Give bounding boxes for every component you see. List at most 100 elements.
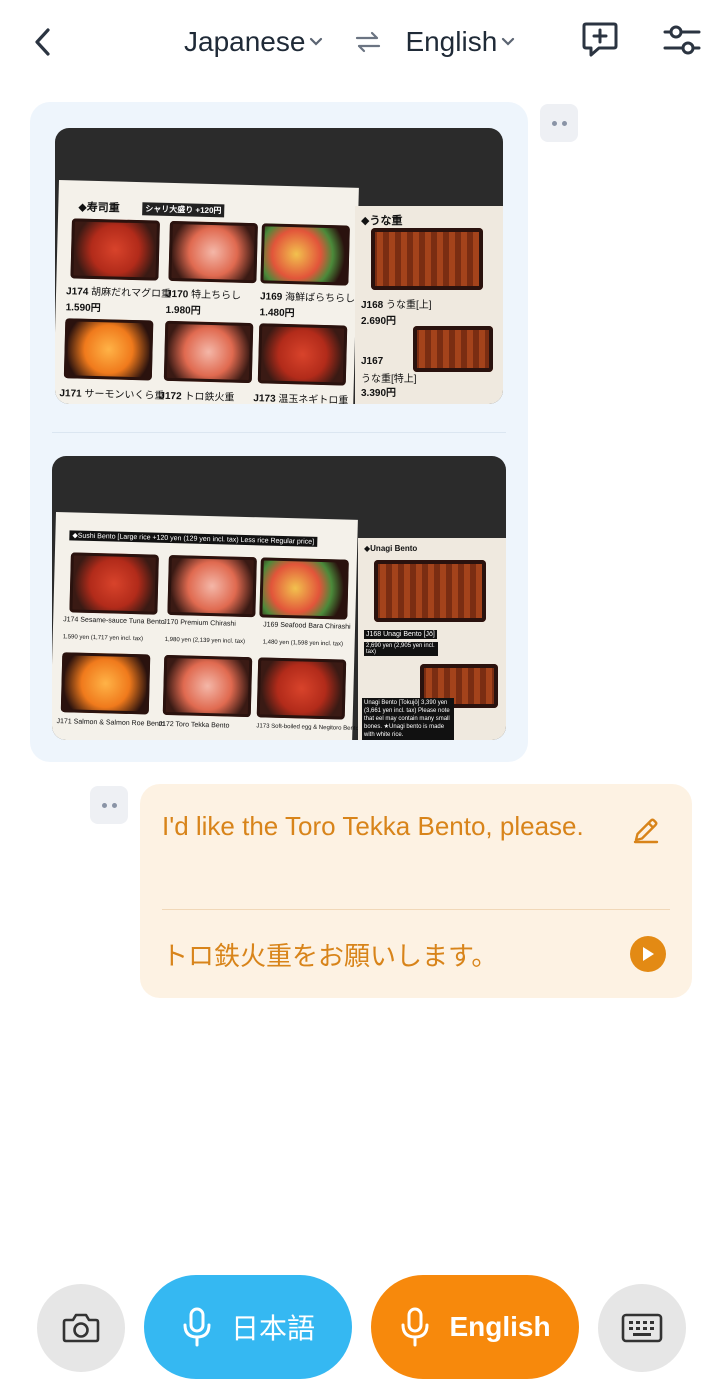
- edit-message-button[interactable]: [630, 814, 662, 846]
- menu-section-note: シャリ大盛り +120円: [142, 202, 225, 218]
- message-more-button[interactable]: [90, 786, 128, 824]
- menu-paper-left: ◆寿司重 シャリ大盛り +120円 J174 胡麻だれマグロ重 J170 特上ち…: [55, 180, 359, 404]
- menu-paper-right: ◆Unagi Bento J168 Unagi Bento [Jō] 2,690…: [358, 538, 506, 740]
- dot: [101, 802, 107, 808]
- menu-section-title: ◆Sushi Bento [Large rice +120 yen (129 y…: [69, 530, 318, 547]
- target-language-selector[interactable]: English: [405, 26, 515, 58]
- menu-item-name: J173 温玉ネギトロ重: [253, 389, 348, 404]
- menu-item-price: 1,980 yen (2,139 yen incl. tax): [164, 636, 246, 645]
- menu-item-name: J168 Unagi Bento [Jō]: [364, 630, 437, 639]
- menu-item-code: J171: [59, 388, 82, 400]
- menu-item-name: J171 Salmon & Salmon Roe Bento: [56, 718, 165, 728]
- menu-item-text: うな重[特上]: [361, 374, 417, 385]
- menu-item-code: J174: [65, 286, 89, 298]
- japanese-mic-label: 日本語: [230, 1313, 315, 1344]
- food-photo: [63, 318, 154, 381]
- menu-item-name: J174 胡麻だれマグロ重: [66, 282, 171, 300]
- food-photo: [413, 326, 493, 372]
- food-photo: [70, 218, 160, 281]
- menu-item-name: J172 トロ鉄火重: [159, 387, 234, 404]
- menu-item-price: 1,590 yen (1,717 yen incl. tax): [62, 634, 144, 643]
- menu-item-price: 1.480円: [259, 307, 295, 320]
- food-photo: [60, 652, 151, 715]
- target-language-label: English: [405, 26, 498, 57]
- menu-item-name: J168 うな重[上]: [361, 296, 432, 311]
- original-menu-photo[interactable]: ◆寿司重 シャリ大盛り +120円 J174 胡麻だれマグロ重 J170 特上ち…: [55, 128, 503, 404]
- menu-item-code: J168: [361, 300, 384, 311]
- chevron-down-icon: [309, 37, 323, 47]
- translated-message-text: トロ鉄火重をお願いします。: [162, 941, 498, 971]
- pencil-icon: [633, 818, 659, 844]
- menu-item-name: Unagi Bento [Tokujō] 3,390 yen (3,661 ye…: [362, 698, 454, 740]
- menu-item-text: 温玉ネギトロ重: [278, 393, 349, 404]
- camera-icon: [62, 1313, 100, 1343]
- menu-item-code: J172: [159, 390, 182, 403]
- back-button[interactable]: [24, 22, 60, 62]
- menu-item-name: J171 サーモンいくら重: [59, 384, 164, 402]
- food-photo: [256, 657, 347, 720]
- menu-item-name: J170 特上ちらし: [166, 285, 241, 302]
- menu-paper-left: ◆Sushi Bento [Large rice +120 yen (129 y…: [52, 512, 359, 740]
- menu-item-code: J170: [165, 288, 189, 301]
- dot: [551, 120, 557, 126]
- header-bar: Japanese English: [0, 0, 722, 86]
- menu-item-code: J169: [259, 291, 283, 303]
- food-photo: [260, 223, 350, 286]
- settings-button[interactable]: [662, 20, 702, 60]
- food-photo: [259, 557, 349, 620]
- add-message-icon: [582, 22, 618, 57]
- translated-menu-photo[interactable]: ◆Sushi Bento [Large rice +120 yen (129 y…: [52, 456, 506, 740]
- menu-item-price: 1.590円: [65, 302, 101, 315]
- menu-item-name: J170 Premium Chirashi: [163, 618, 236, 628]
- menu-item-name: J169 Seafood Bara Chirashi: [263, 621, 351, 631]
- image-message-more-button[interactable]: [540, 104, 578, 142]
- microphone-icon: [183, 1307, 211, 1347]
- food-photo: [163, 320, 254, 384]
- japanese-mic-button[interactable]: 日本語: [144, 1275, 352, 1379]
- menu-section-title: ◆Unagi Bento: [364, 544, 418, 553]
- menu-item-name: J174 Sesame-sauce Tuna Bento: [63, 616, 165, 626]
- dot: [111, 802, 117, 808]
- menu-item-price: 2.690円: [361, 316, 397, 327]
- menu-section-title: ◆うな重: [361, 215, 403, 227]
- chevron-left-icon: [35, 28, 50, 56]
- menu-item-code: J173: [253, 393, 276, 404]
- food-photo: [167, 554, 257, 618]
- menu-item-name: J169 海鮮ばらちらし: [260, 287, 355, 304]
- camera-button[interactable]: [37, 1284, 125, 1372]
- chevron-down-icon: [501, 37, 515, 47]
- food-photo: [371, 228, 483, 290]
- new-conversation-button[interactable]: [580, 20, 620, 60]
- food-photo: [257, 323, 348, 386]
- swap-languages-icon[interactable]: [355, 31, 381, 53]
- menu-item-name: J173 Soft-boiled egg & Negitoro Bento: [256, 723, 359, 733]
- menu-item-price: 3.390円: [361, 388, 397, 399]
- language-switcher: Japanese English: [184, 20, 515, 64]
- menu-item-code: J167: [361, 356, 384, 367]
- source-language-label: Japanese: [184, 26, 306, 57]
- english-mic-button[interactable]: English: [371, 1275, 579, 1379]
- food-photo: [162, 654, 253, 718]
- source-language-selector[interactable]: Japanese: [184, 26, 323, 58]
- source-message-text: I'd like the Toro Tekka Bento, please.: [162, 811, 584, 841]
- translation-message-bubble: I'd like the Toro Tekka Bento, please. ト…: [140, 784, 692, 998]
- food-photo: [69, 552, 159, 615]
- play-translation-button[interactable]: [630, 936, 666, 972]
- menu-item-name: J172 Toro Tekka Bento: [158, 720, 230, 730]
- play-icon: [643, 947, 654, 961]
- menu-section-title: ◆寿司重: [78, 201, 120, 215]
- message-divider: [162, 909, 670, 910]
- menu-paper-right: ◆うな重 J168 うな重[上] 2.690円 J167 うな重[特上] 3.3…: [355, 206, 503, 404]
- menu-item-text: 特上ちらし: [190, 289, 242, 302]
- dot: [561, 120, 567, 126]
- food-photo: [374, 560, 486, 622]
- menu-item-text: 海鮮ばらちらし: [284, 291, 356, 305]
- menu-item-text: トロ鉄火重: [184, 391, 235, 404]
- sliders-icon: [663, 25, 701, 55]
- photo-divider: [52, 432, 506, 433]
- keyboard-button[interactable]: [598, 1284, 686, 1372]
- menu-item-text: サーモンいくら重: [84, 388, 165, 402]
- english-mic-label: English: [449, 1311, 551, 1342]
- menu-item-price: 2,690 yen (2,905 yen incl. tax): [364, 642, 438, 656]
- menu-item-name: J167: [361, 356, 383, 367]
